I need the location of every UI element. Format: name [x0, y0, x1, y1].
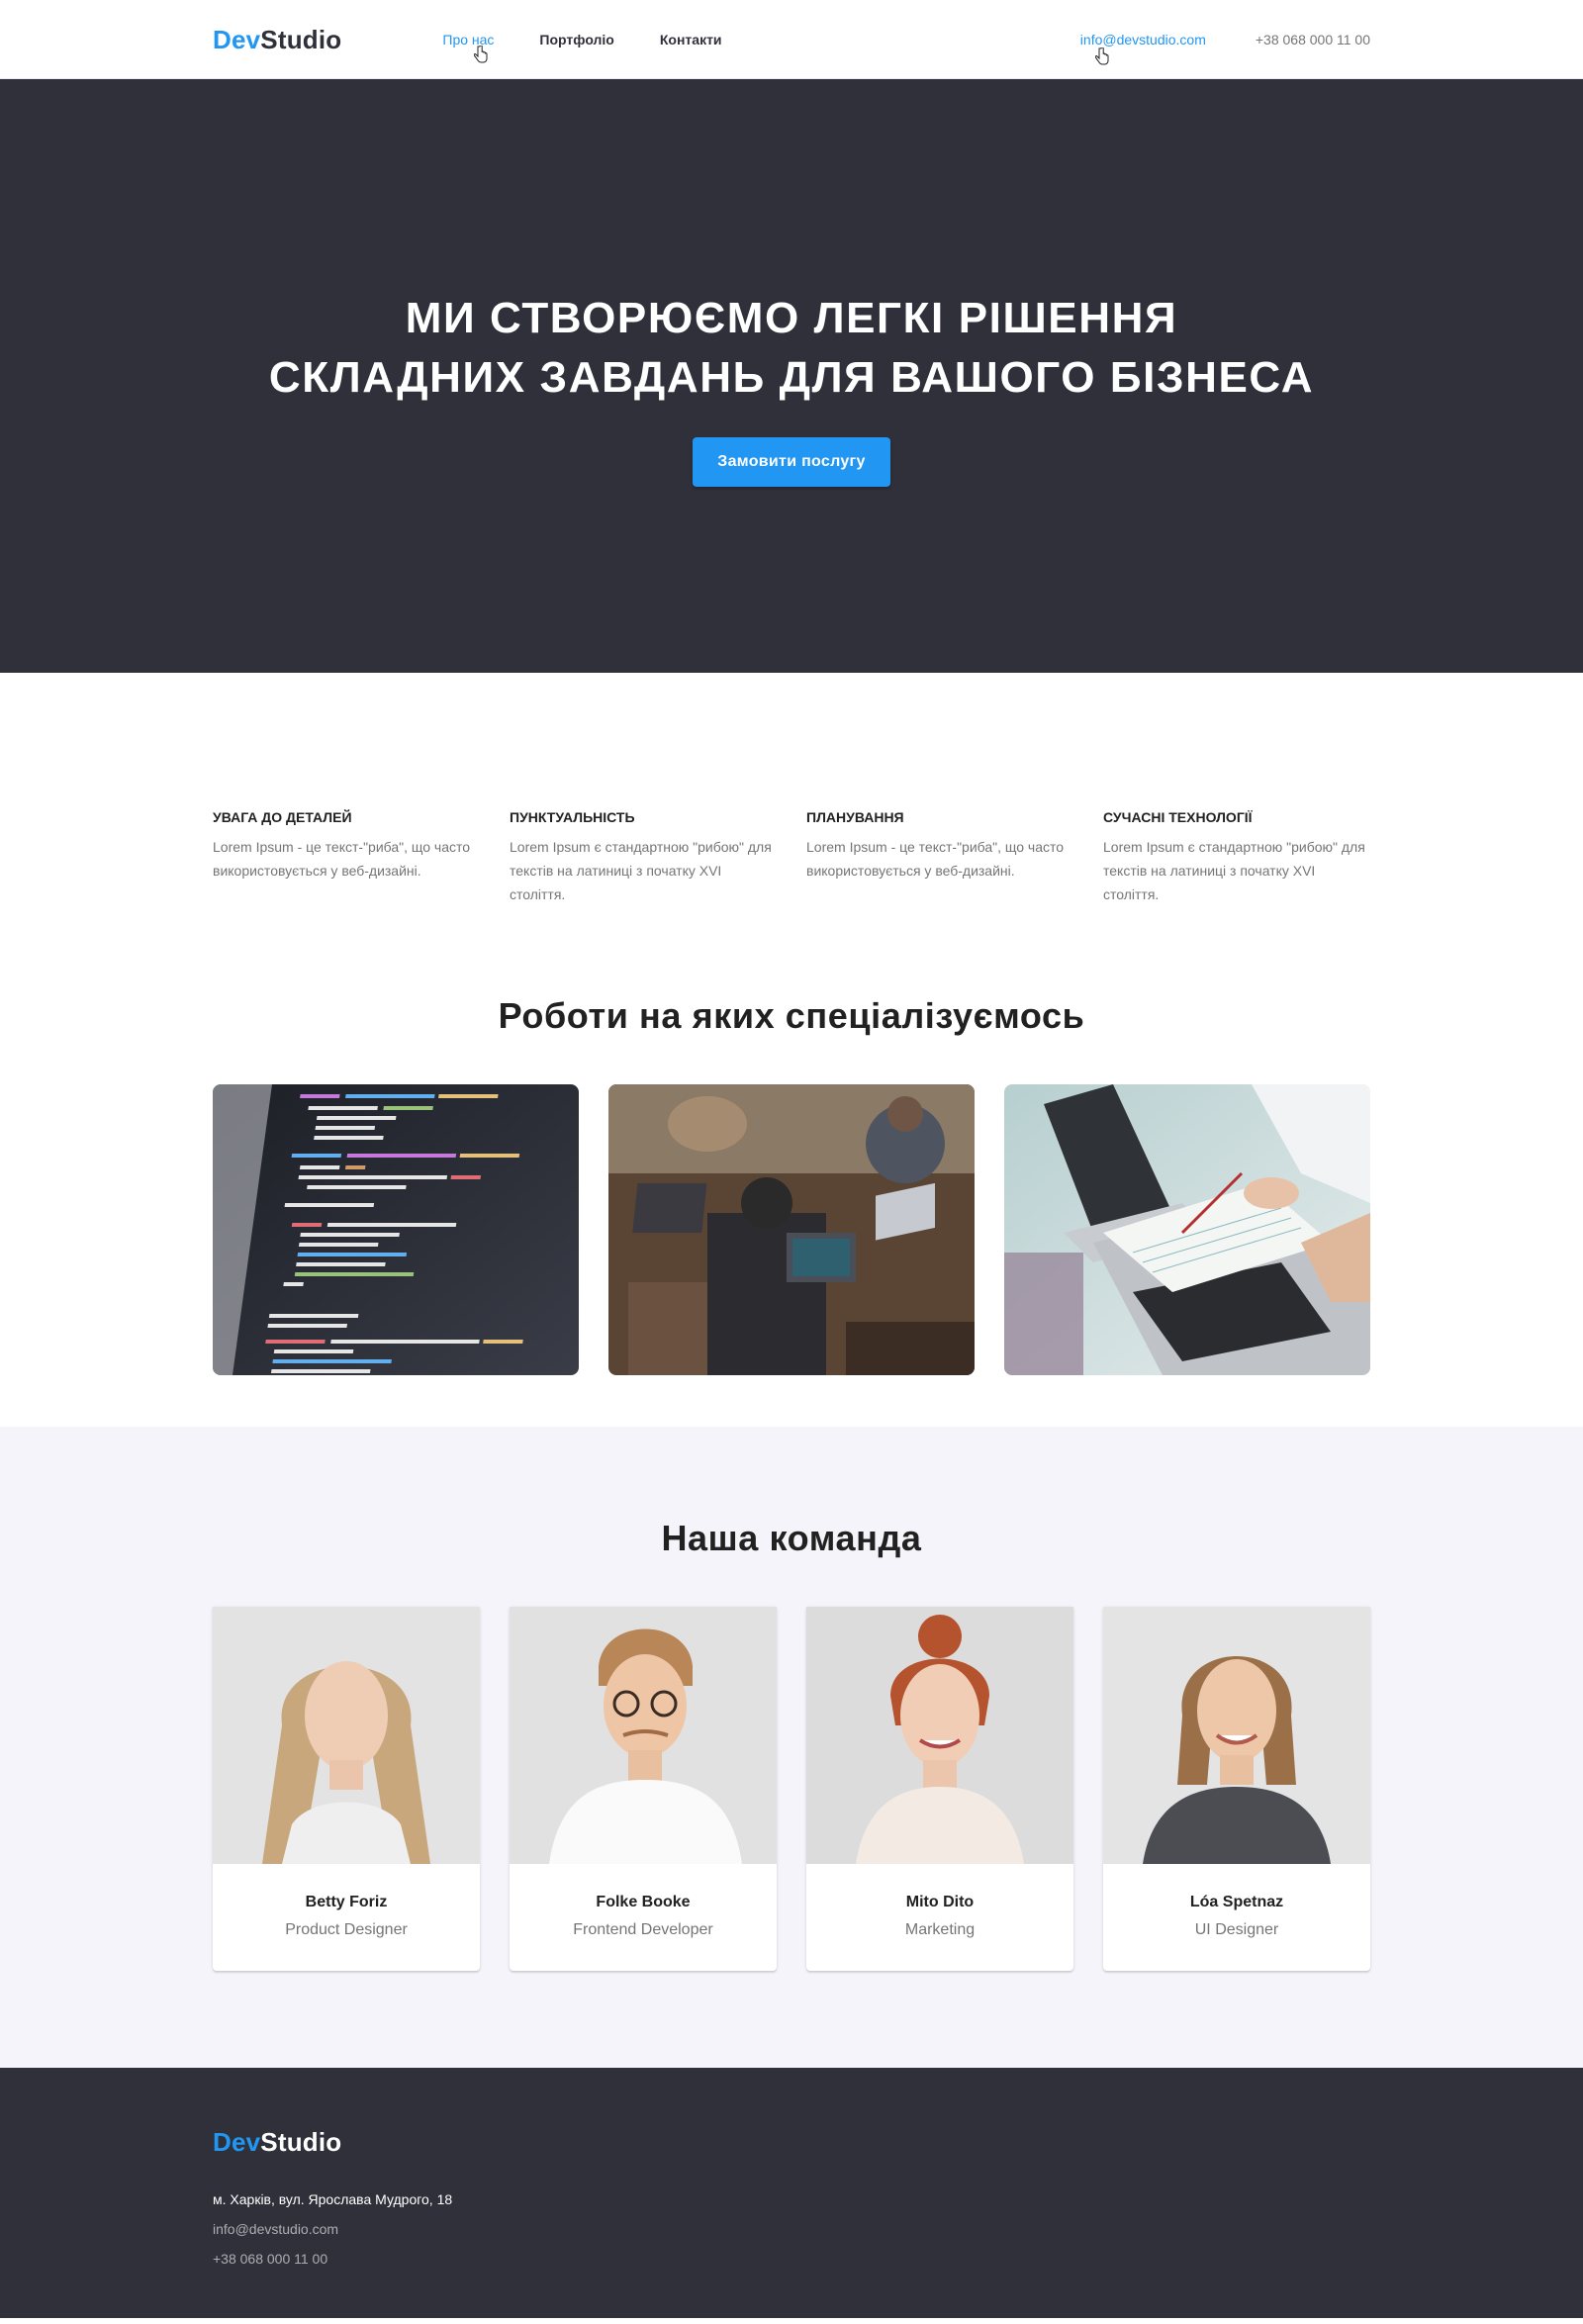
- feature-title: Сучасні технології: [1103, 809, 1253, 825]
- feature-item: Увага до деталей Lorem Ipsum - це текст-…: [213, 809, 480, 906]
- features-list: Увага до деталей Lorem Ipsum - це текст-…: [213, 809, 1370, 906]
- header-phone-link[interactable]: +38 068 000 11 00: [1256, 32, 1370, 47]
- member-name: Mito Dito: [905, 1894, 975, 1910]
- feature-text: Lorem Ipsum - це текст-"риба", що часто …: [806, 839, 1065, 879]
- header-email-link[interactable]: info@devstudio.com: [1080, 32, 1206, 47]
- team-member-card: Mito Dito Marketing: [806, 1607, 1073, 1971]
- site-header: DevStudio Про нас Портфоліо Контакти inf…: [0, 0, 1583, 79]
- team-section-title: Наша команда: [661, 1518, 922, 1558]
- member-photo: [510, 1607, 777, 1864]
- team-section: Наша команда Betty Foriz Product Designe…: [0, 1427, 1583, 2068]
- member-info: Betty Foriz Product Designer: [213, 1864, 480, 1971]
- nav-link-contacts[interactable]: Контакти: [660, 32, 722, 47]
- feature-item: Планування Lorem Ipsum - це текст-"риба"…: [806, 809, 1073, 906]
- feature-text: Lorem Ipsum є стандартною "рибою" для те…: [510, 839, 772, 902]
- work-section: Роботи на яких спеціалізуємось: [0, 906, 1583, 1427]
- feature-title: Увага до деталей: [213, 809, 352, 825]
- feature-title: Пунктуальність: [510, 809, 635, 825]
- work-image-team[interactable]: [608, 1084, 975, 1375]
- team-member-card: Betty Foriz Product Designer: [213, 1607, 480, 1971]
- footer-address: м. Харків, вул. Ярослава Мудрого, 18: [213, 2191, 453, 2207]
- member-name: Lóa Spetnaz: [1189, 1894, 1284, 1910]
- member-role: Marketing: [904, 1921, 976, 1938]
- member-name: Betty Foriz: [305, 1894, 388, 1910]
- member-info: Lóa Spetnaz UI Designer: [1103, 1864, 1370, 1971]
- member-info: Mito Dito Marketing: [806, 1864, 1073, 1971]
- footer-logo-main-text: Studio: [260, 2127, 342, 2157]
- member-photo: [1103, 1607, 1370, 1864]
- work-image-code[interactable]: [213, 1084, 579, 1375]
- feature-text: Lorem Ipsum - це текст-"риба", що часто …: [213, 839, 471, 879]
- order-service-button[interactable]: Замовити послугу: [693, 437, 890, 487]
- member-role: Product Designer: [285, 1921, 408, 1938]
- site-footer: DevStudio м. Харків, вул. Ярослава Мудро…: [0, 2068, 1583, 2318]
- hand-cursor-icon: [474, 46, 488, 63]
- logo-main-text: Studio: [260, 24, 342, 54]
- team-member-card: Lóa Spetnaz UI Designer: [1103, 1607, 1370, 1971]
- feature-text: Lorem Ipsum є стандартною "рибою" для те…: [1103, 839, 1365, 902]
- footer-email-link[interactable]: info@devstudio.com: [213, 2221, 1370, 2237]
- logo-link[interactable]: DevStudio: [213, 25, 341, 55]
- hero-section: Ми створюємо легкі рішення складних завд…: [0, 79, 1583, 673]
- team-member-card: Folke Booke Frontend Developer: [510, 1607, 777, 1971]
- footer-phone-link[interactable]: +38 068 000 11 00: [213, 2251, 1370, 2267]
- member-info: Folke Booke Frontend Developer: [510, 1864, 777, 1971]
- work-section-title: Роботи на яких спеціалізуємось: [498, 995, 1085, 1036]
- feature-item: Пунктуальність Lorem Ipsum є стандартною…: [510, 809, 777, 906]
- footer-logo-link[interactable]: DevStudio: [213, 2127, 341, 2157]
- nav-link-portfolio[interactable]: Портфоліо: [539, 32, 613, 47]
- main-nav: Про нас Портфоліо Контакти: [442, 32, 767, 47]
- feature-title: Планування: [806, 809, 904, 825]
- team-list: Betty Foriz Product Designer Folke Booke…: [213, 1607, 1370, 1971]
- feature-item: Сучасні технології Lorem Ipsum є стандар…: [1103, 809, 1370, 906]
- hero-title-line1: Ми створюємо легкі рішення: [405, 294, 1178, 342]
- member-photo: [806, 1607, 1073, 1864]
- header-container: DevStudio Про нас Портфоліо Контакти inf…: [213, 0, 1370, 79]
- footer-logo-accent-text: Dev: [213, 2127, 261, 2157]
- header-contacts: info@devstudio.com +38 068 000 11 00: [1080, 32, 1370, 47]
- hero-title: Ми створюємо легкі рішення складних завд…: [269, 289, 1314, 408]
- work-image-laptop[interactable]: [1004, 1084, 1370, 1375]
- member-role: Frontend Developer: [573, 1921, 713, 1938]
- footer-contacts: м. Харків, вул. Ярослава Мудрого, 18 inf…: [213, 2191, 1370, 2267]
- features-section: Увага до деталей Lorem Ipsum - це текст-…: [0, 673, 1583, 906]
- work-gallery: [213, 1084, 1370, 1375]
- hand-cursor-icon: [1095, 47, 1109, 65]
- logo-accent-text: Dev: [213, 24, 261, 54]
- hero-title-line2: складних завдань для вашого бізнеса: [268, 353, 1315, 402]
- member-name: Folke Booke: [596, 1894, 691, 1910]
- member-role: UI Designer: [1194, 1921, 1279, 1938]
- member-photo: [213, 1607, 480, 1864]
